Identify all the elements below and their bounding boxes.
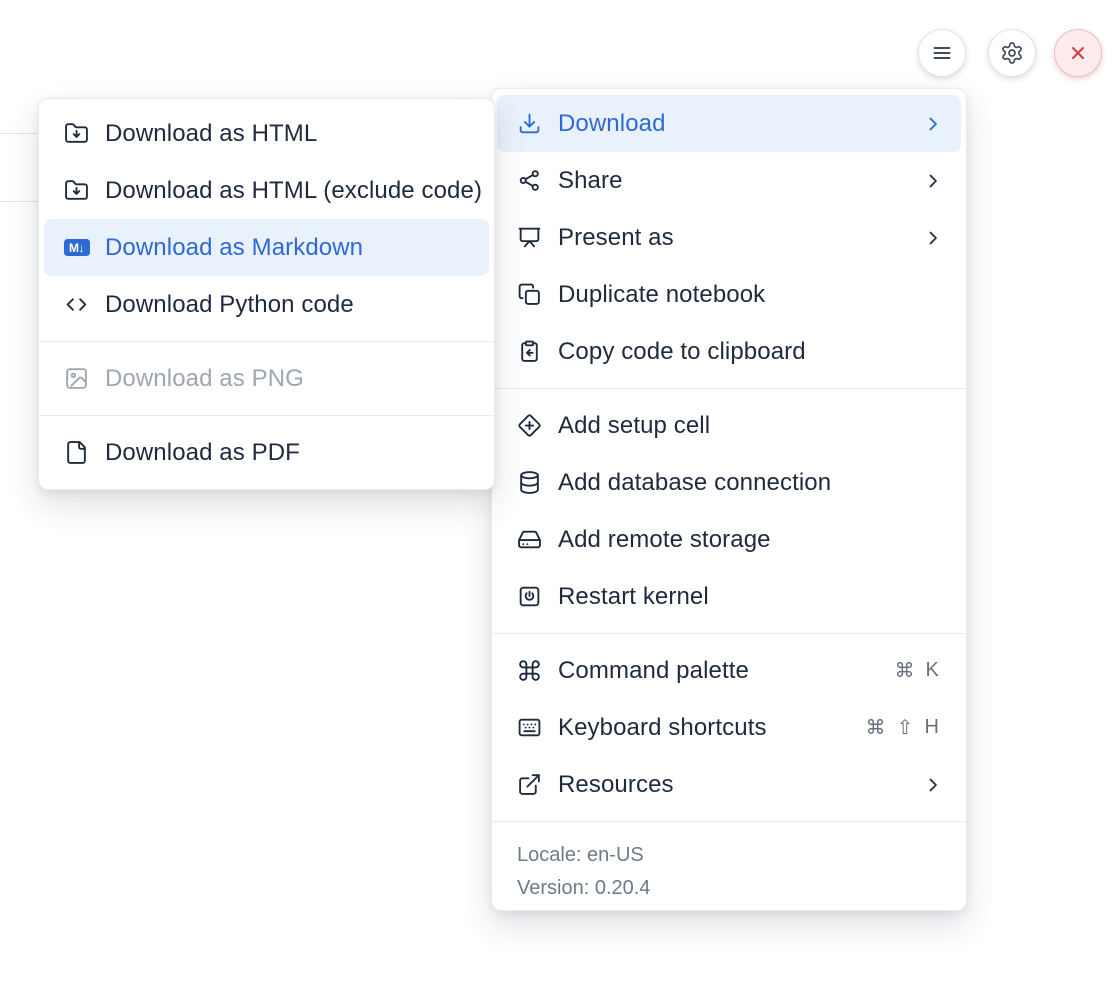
- close-button[interactable]: [1054, 29, 1102, 77]
- background-cell-border-bottom: [0, 201, 39, 202]
- menu-item-download-as-png: Download as PNG: [44, 350, 489, 407]
- markdown-badge-icon: M↓: [64, 239, 90, 256]
- chevron-right-icon: [923, 228, 943, 248]
- background-cell-border-top: [0, 133, 39, 134]
- menu-item-label: Keyboard shortcuts: [558, 714, 849, 742]
- presentation-icon: [517, 225, 542, 250]
- notebook-menu-button[interactable]: [918, 29, 966, 77]
- menu-item-download-python-code[interactable]: Download Python code: [44, 276, 489, 333]
- shortcut-hint: ⌘K: [894, 658, 939, 683]
- folder-down-icon: [64, 178, 89, 203]
- image-icon: [64, 366, 89, 391]
- menu-item-add-remote-storage[interactable]: Add remote storage: [497, 511, 961, 568]
- menu-item-label: Download: [558, 110, 907, 138]
- chevron-right-icon: [923, 114, 943, 134]
- menu-item-command-palette[interactable]: Command palette⌘K: [497, 642, 961, 699]
- notebook-menu: Download Share Present as Duplicate noteboo…: [491, 88, 967, 911]
- menu-separator: [492, 821, 966, 822]
- menu-item-label: Restart kernel: [558, 583, 943, 611]
- menu-item-label: Resources: [558, 771, 907, 799]
- menu-item-label: Present as: [558, 224, 907, 252]
- close-icon: [1066, 41, 1090, 65]
- shortcut-key: H: [924, 716, 939, 739]
- menu-item-label: Duplicate notebook: [558, 281, 943, 309]
- menu-item-download[interactable]: Download: [497, 95, 961, 152]
- download-submenu: Download as HTML Download as HTML (exclud…: [38, 98, 495, 490]
- diamond-plus-icon: [517, 413, 542, 438]
- menu-item-label: Share: [558, 167, 907, 195]
- version-text: Version: 0.20.4: [517, 875, 941, 902]
- hamburger-icon: [930, 41, 954, 65]
- menu-separator: [39, 415, 494, 416]
- menu-item-label: Download as HTML: [105, 120, 471, 148]
- menu-item-label: Command palette: [558, 657, 878, 685]
- menu-item-label: Add remote storage: [558, 526, 943, 554]
- menu-item-add-database-connection[interactable]: Add database connection: [497, 454, 961, 511]
- menu-separator: [492, 388, 966, 389]
- hard-drive-icon: [517, 527, 542, 552]
- database-icon: [517, 470, 542, 495]
- keyboard-icon: [517, 715, 542, 740]
- menu-item-present-as[interactable]: Present as: [497, 209, 961, 266]
- notebook-menu-items: Download Share Present as Duplicate noteboo…: [492, 95, 966, 822]
- menu-item-label: Download as Markdown: [105, 234, 471, 262]
- menu-item-download-as-pdf[interactable]: Download as PDF: [44, 424, 489, 481]
- menu-item-download-as-html[interactable]: Download as HTML: [44, 105, 489, 162]
- menu-separator: [39, 341, 494, 342]
- command-icon: [517, 658, 542, 683]
- menu-item-label: Copy code to clipboard: [558, 338, 943, 366]
- download-icon: [517, 111, 542, 136]
- shortcut-hint: ⌘ ⇧ H: [865, 715, 939, 740]
- menu-item-download-as-html-exclude-code[interactable]: Download as HTML (exclude code): [44, 162, 489, 219]
- settings-button[interactable]: [988, 29, 1036, 77]
- shortcut-key: ⇧: [897, 715, 914, 740]
- menu-separator: [492, 633, 966, 634]
- menu-item-label: Download Python code: [105, 291, 471, 319]
- folder-down-icon: [64, 121, 89, 146]
- menu-item-copy-code-to-clipboard[interactable]: Copy code to clipboard: [497, 323, 961, 380]
- shortcut-key: K: [926, 659, 939, 682]
- menu-footer: Locale: en-US Version: 0.20.4: [492, 830, 966, 910]
- menu-item-label: Add setup cell: [558, 412, 943, 440]
- menu-item-add-setup-cell[interactable]: Add setup cell: [497, 397, 961, 454]
- menu-item-label: Download as PNG: [105, 365, 471, 393]
- menu-item-restart-kernel[interactable]: Restart kernel: [497, 568, 961, 625]
- locale-text: Locale: en-US: [517, 842, 941, 869]
- menu-item-keyboard-shortcuts[interactable]: Keyboard shortcuts ⌘ ⇧ H: [497, 699, 961, 756]
- menu-item-resources[interactable]: Resources: [497, 756, 961, 813]
- shortcut-key: ⌘: [894, 658, 914, 683]
- copy-icon: [517, 282, 542, 307]
- menu-item-download-as-markdown[interactable]: M↓ Download as Markdown: [44, 219, 489, 276]
- file-icon: [64, 440, 89, 465]
- menu-item-label: Download as PDF: [105, 439, 471, 467]
- menu-item-label: Download as HTML (exclude code): [105, 177, 482, 205]
- menu-item-duplicate-notebook[interactable]: Duplicate notebook: [497, 266, 961, 323]
- download-submenu-items: Download as HTML Download as HTML (exclud…: [39, 105, 494, 481]
- markdown-badge-icon: M↓: [64, 235, 89, 260]
- share-icon: [517, 168, 542, 193]
- clipboard-arrow-icon: [517, 339, 542, 364]
- menu-item-share[interactable]: Share: [497, 152, 961, 209]
- menu-item-label: Add database connection: [558, 469, 943, 497]
- shortcut-key: ⌘: [865, 715, 885, 740]
- power-square-icon: [517, 584, 542, 609]
- chevron-right-icon: [923, 775, 943, 795]
- code-icon: [64, 292, 89, 317]
- gear-icon: [1000, 41, 1024, 65]
- external-link-icon: [517, 772, 542, 797]
- chevron-right-icon: [923, 171, 943, 191]
